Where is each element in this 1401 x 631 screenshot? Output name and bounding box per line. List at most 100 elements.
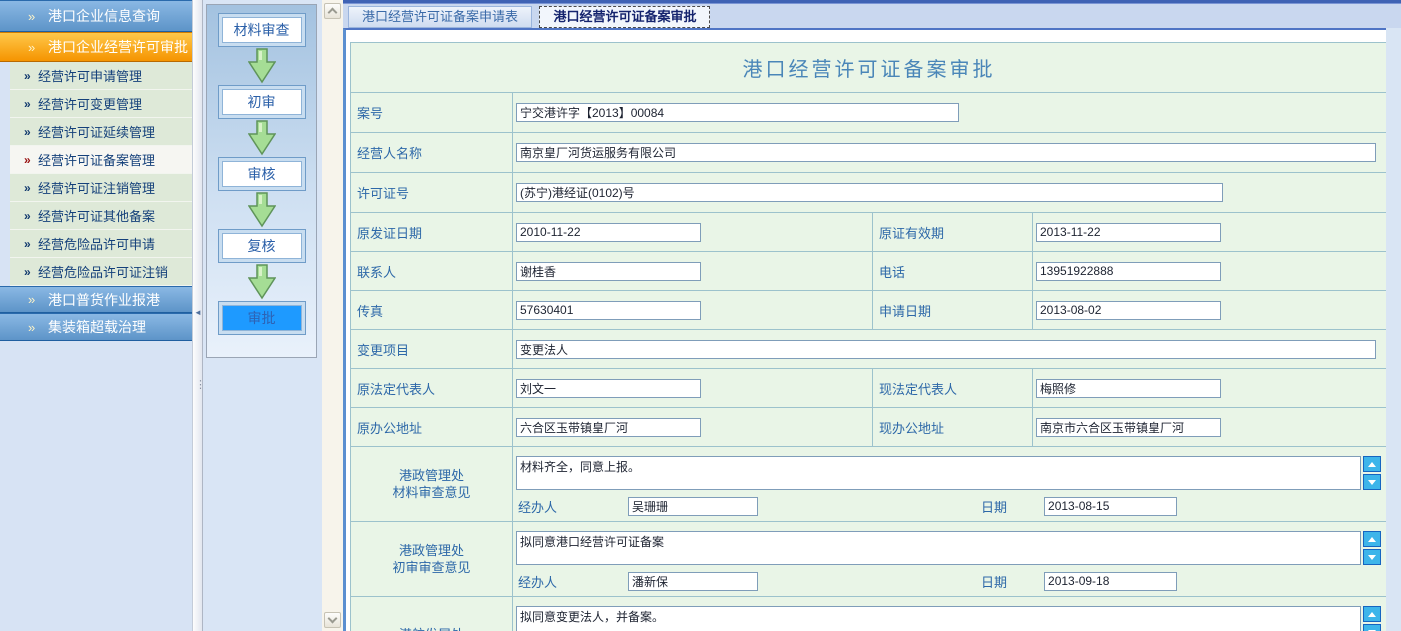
spinner-up-button[interactable] xyxy=(1363,606,1381,622)
subitem-label: 经营许可申请管理 xyxy=(38,66,142,85)
fax-label: 传真 xyxy=(351,291,513,330)
main-area: 港口经营许可证备案申请表 港口经营许可证备案审批 港口经营许可证备案审批 案号 … xyxy=(343,0,1401,631)
spinner-buttons xyxy=(1363,531,1381,567)
chevron-right-icon: » xyxy=(24,209,38,223)
first-review-comment-textarea[interactable]: 拟同意港口经营许可证备案 xyxy=(516,531,1361,565)
sidebar-subitem-license-change[interactable]: » 经营许可变更管理 xyxy=(10,90,192,118)
first-review-opinion-label: 港政管理处 初审审查意见 xyxy=(351,522,513,597)
curr-legal-rep-input[interactable] xyxy=(1036,379,1221,398)
spinner-down-button[interactable] xyxy=(1363,474,1381,490)
curr-office-addr-label: 现办公地址 xyxy=(873,408,1033,447)
curr-office-addr-input[interactable] xyxy=(1036,418,1221,437)
chevron-right-icon: » xyxy=(28,320,48,335)
tab-record-approval[interactable]: 港口经营许可证备案审批 xyxy=(539,6,710,28)
collapse-left-icon: ◄ xyxy=(194,308,202,317)
handler-label: 经办人 xyxy=(516,497,628,516)
port-dev-comment-textarea[interactable]: 拟同意变更法人，并备案。 xyxy=(516,606,1361,631)
subitem-label: 经营许可证注销管理 xyxy=(38,178,155,197)
chevron-right-icon: » xyxy=(24,153,38,167)
dept-name: 港航发展处 xyxy=(351,626,512,631)
sidebar-splitter[interactable]: ◄ ⋮ xyxy=(192,0,203,631)
license-no-input[interactable] xyxy=(516,183,1223,202)
date-label: 日期 xyxy=(981,497,1007,516)
handler-label: 经办人 xyxy=(516,572,628,591)
spinner-up-button[interactable] xyxy=(1363,531,1381,547)
change-item-input[interactable] xyxy=(516,340,1376,359)
operator-name-input[interactable] xyxy=(516,143,1376,162)
material-review-opinion-label: 港政管理处 材料审查意见 xyxy=(351,447,513,522)
workflow-step-approve[interactable]: 审批 xyxy=(218,301,306,335)
sidebar-subitem-license-cancel[interactable]: » 经营许可证注销管理 xyxy=(10,174,192,202)
workflow-panel: 材料审查 初审 审核 复核 xyxy=(206,4,317,358)
sidebar-item-port-info-query[interactable]: » 港口企业信息查询 xyxy=(0,0,192,32)
apply-date-input[interactable] xyxy=(1036,301,1221,320)
phone-input[interactable] xyxy=(1036,262,1221,281)
spinner-down-button[interactable] xyxy=(1363,624,1381,631)
workflow-step-first-review[interactable]: 初审 xyxy=(218,85,306,119)
spinner-buttons xyxy=(1363,456,1381,492)
arrow-down-icon xyxy=(248,120,276,156)
subitem-label: 经营危险品许可证注销 xyxy=(38,262,168,281)
sidebar-submenu: » 经营许可申请管理 » 经营许可变更管理 » 经营许可证延续管理 » 经营许可… xyxy=(0,62,192,286)
operator-name-label: 经营人名称 xyxy=(351,133,513,173)
workflow-step-recheck[interactable]: 复核 xyxy=(218,229,306,263)
tab-application-form[interactable]: 港口经营许可证备案申请表 xyxy=(348,6,532,28)
orig-issue-date-input[interactable] xyxy=(516,223,701,242)
orig-valid-date-input[interactable] xyxy=(1036,223,1221,242)
fax-input[interactable] xyxy=(516,301,701,320)
license-no-label: 许可证号 xyxy=(351,173,513,213)
workflow-step-label: 复核 xyxy=(222,233,302,259)
chevron-right-icon: » xyxy=(24,265,38,279)
right-scroll-strip xyxy=(1386,28,1401,631)
sidebar-item-label: 港口企业经营许可审批 xyxy=(48,37,188,57)
arrow-up-icon xyxy=(1368,462,1376,467)
form-panel: 港口经营许可证备案审批 案号 经营人名称 许可证号 xyxy=(343,28,1386,631)
chevron-right-icon: » xyxy=(24,181,38,195)
workflow-step-label: 初审 xyxy=(222,89,302,115)
material-review-date-input[interactable] xyxy=(1044,497,1177,516)
scroll-up-button[interactable] xyxy=(324,3,341,19)
sidebar-item-cargo-report[interactable]: » 港口普货作业报港 xyxy=(0,286,192,313)
arrow-down-icon xyxy=(248,192,276,228)
arrow-up-icon xyxy=(1368,537,1376,542)
tab-bar: 港口经营许可证备案申请表 港口经营许可证备案审批 xyxy=(343,0,1401,28)
contact-person-input[interactable] xyxy=(516,262,701,281)
first-review-date-input[interactable] xyxy=(1044,572,1177,591)
sidebar-subitem-dangerous-apply[interactable]: » 经营危险品许可申请 xyxy=(10,230,192,258)
spinner-down-button[interactable] xyxy=(1363,549,1381,565)
first-review-handler-input[interactable] xyxy=(628,572,758,591)
orig-legal-rep-input[interactable] xyxy=(516,379,701,398)
scroll-down-button[interactable] xyxy=(324,612,341,628)
dept-name: 港政管理处 xyxy=(351,467,512,484)
sidebar-item-license-approval[interactable]: » 港口企业经营许可审批 xyxy=(0,32,192,62)
orig-valid-date-label: 原证有效期 xyxy=(873,213,1033,252)
app-window: » 港口企业信息查询 » 港口企业经营许可审批 » 经营许可申请管理 » 经营许… xyxy=(0,0,1401,631)
sidebar-subitem-dangerous-cancel[interactable]: » 经营危险品许可证注销 xyxy=(10,258,192,286)
chevron-right-icon: » xyxy=(28,292,48,307)
sidebar-item-container-overload[interactable]: » 集装箱超载治理 xyxy=(0,313,192,341)
case-no-input[interactable] xyxy=(516,103,959,122)
workflow-step-label: 审核 xyxy=(222,161,302,187)
chevron-right-icon: » xyxy=(28,40,48,55)
sidebar-subitem-license-record[interactable]: » 经营许可证备案管理 xyxy=(10,146,192,174)
workflow-step-material-review[interactable]: 材料审查 xyxy=(218,13,306,47)
spinner-up-button[interactable] xyxy=(1363,456,1381,472)
orig-office-addr-input[interactable] xyxy=(516,418,701,437)
sidebar-subitem-license-apply[interactable]: » 经营许可申请管理 xyxy=(10,62,192,90)
arrow-down-icon xyxy=(1368,555,1376,560)
workflow-region: 材料审查 初审 审核 复核 xyxy=(203,0,322,631)
chevron-right-icon: » xyxy=(28,9,48,24)
material-review-comment-textarea[interactable]: 材料齐全，同意上报。 xyxy=(516,456,1361,490)
workflow-step-review[interactable]: 审核 xyxy=(218,157,306,191)
material-review-handler-input[interactable] xyxy=(628,497,758,516)
sidebar-subitem-license-other-record[interactable]: » 经营许可证其他备案 xyxy=(10,202,192,230)
case-no-label: 案号 xyxy=(351,93,513,133)
orig-office-addr-label: 原办公地址 xyxy=(351,408,513,447)
orig-issue-date-label: 原发证日期 xyxy=(351,213,513,252)
subitem-label: 经营许可变更管理 xyxy=(38,94,142,113)
vertical-scrollbar[interactable] xyxy=(322,0,343,631)
arrow-down-icon xyxy=(1368,480,1376,485)
sidebar-subitem-license-extend[interactable]: » 经营许可证延续管理 xyxy=(10,118,192,146)
chevron-right-icon: » xyxy=(24,69,38,83)
spinner-buttons xyxy=(1363,606,1381,631)
